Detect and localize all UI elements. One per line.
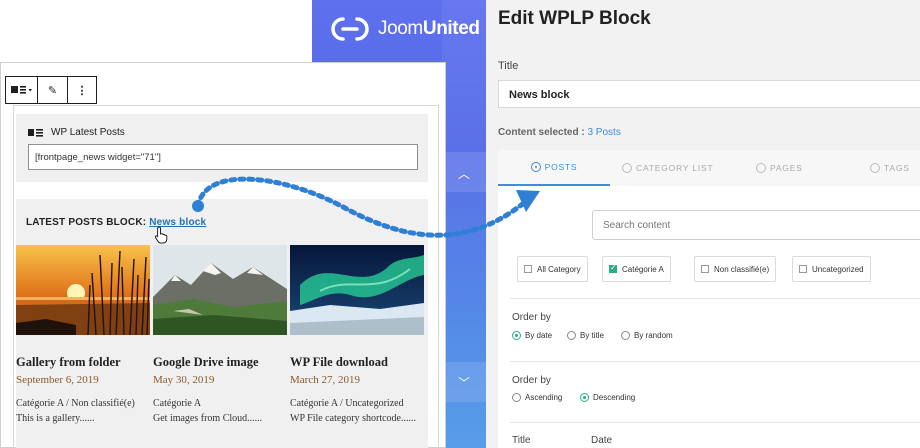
- latest-posts-icon: [28, 128, 43, 137]
- title-input[interactable]: News block: [498, 80, 920, 108]
- checkbox-icon: [701, 265, 709, 273]
- category-chip-non-classifie[interactable]: Non classifié(e): [694, 256, 777, 282]
- latest-posts-preview: LATEST POSTS BLOCK: News block Gallery f…: [16, 199, 428, 448]
- radio-by-title[interactable]: By title: [567, 331, 604, 340]
- post-item: Google Drive image May 30, 2019 Catégori…: [153, 355, 287, 425]
- tab-category-label: CATEGORY LIST: [636, 163, 714, 173]
- shortcode-input[interactable]: [frontpage_news widget="71"]: [28, 144, 418, 170]
- column-date-header: Date: [591, 435, 613, 446]
- post-thumbnail-sunset[interactable]: [16, 245, 150, 335]
- radio-selected-icon: [580, 393, 589, 402]
- category-chip-uncategorized[interactable]: Uncategorized: [792, 256, 871, 282]
- screenshot-canvas: JoomUnited ︿ ﹀ Edit WPLP Block Title New…: [0, 0, 920, 448]
- radio-label: By title: [580, 331, 605, 340]
- radio-by-random[interactable]: By random: [621, 331, 673, 340]
- radio-label: By random: [634, 331, 673, 340]
- edit-block-panel: Edit WPLP Block Title News block Content…: [486, 0, 920, 448]
- more-vertical-icon: ⋮: [76, 84, 88, 97]
- order-direction-label: Order by: [512, 375, 551, 386]
- shortcode-title-label: WP Latest Posts: [51, 127, 125, 138]
- block-toolbar: ✎ ⋮: [5, 76, 97, 104]
- radio-label: By date: [525, 331, 553, 340]
- panel-title: Edit WPLP Block: [498, 8, 651, 29]
- post-category: Catégorie A / Uncategorized: [290, 398, 404, 409]
- latest-posts-label: LATEST POSTS BLOCK:: [26, 217, 150, 228]
- radio-icon: [621, 331, 630, 340]
- order-by-label: Order by: [512, 312, 551, 323]
- radio-ascending[interactable]: Ascending: [512, 393, 562, 402]
- posts-filter-card: Search content All Category Catégorie A …: [498, 186, 920, 448]
- title-label: Title: [498, 60, 519, 72]
- post-date: May 30, 2019: [153, 374, 215, 386]
- post-category: Catégorie A / Non classifié(e): [16, 398, 135, 409]
- joomunited-logo-icon: [331, 17, 369, 41]
- tab-posts-label: POSTS: [544, 162, 578, 172]
- content-selected-label: Content selected :: [498, 127, 588, 138]
- hand-pointer-icon: [154, 226, 168, 244]
- post-item: Gallery from folder September 6, 2019 Ca…: [16, 355, 150, 425]
- tab-tags[interactable]: TAGS: [870, 150, 910, 186]
- radio-label: Descending: [593, 393, 636, 402]
- tags-tab-icon: [870, 163, 880, 173]
- tab-tags-label: TAGS: [884, 163, 910, 173]
- block-editor-panel: ✎ ⋮ WP Latest Posts [frontpage_news widg…: [0, 62, 446, 448]
- content-tabs: POSTS CATEGORY LIST PAGES TAGS: [498, 150, 920, 186]
- category-chip-all[interactable]: All Category: [517, 256, 588, 282]
- radio-icon: [567, 331, 576, 340]
- radio-label: Ascending: [525, 393, 563, 402]
- logo-text: JoomUnited: [378, 18, 480, 39]
- category-chip-a[interactable]: Catégorie A: [602, 256, 671, 282]
- posts-tab-icon: [530, 162, 541, 172]
- block-list-icon: [10, 86, 32, 94]
- radio-selected-icon: [512, 331, 521, 340]
- radio-by-date[interactable]: By date: [512, 331, 552, 340]
- category-tab-icon: [622, 163, 632, 173]
- joomunited-logo: JoomUnited: [330, 16, 480, 42]
- edit-button[interactable]: ✎: [38, 77, 68, 103]
- category-chip-label: Non classifié(e): [714, 264, 770, 274]
- post-date: March 27, 2019: [290, 374, 360, 386]
- post-excerpt: This is a gallery......: [16, 413, 95, 424]
- chevron-up-icon[interactable]: ︿: [458, 165, 470, 182]
- post-thumbnail-mountains[interactable]: [153, 245, 287, 335]
- post-title[interactable]: Google Drive image: [153, 355, 287, 370]
- post-title[interactable]: WP File download: [290, 355, 424, 370]
- block-type-button[interactable]: [6, 77, 38, 103]
- checkbox-icon: [524, 265, 532, 273]
- chevron-down-icon[interactable]: ﹀: [458, 374, 470, 391]
- radio-descending[interactable]: Descending: [580, 393, 635, 402]
- more-options-button[interactable]: ⋮: [68, 77, 96, 103]
- post-item: WP File download March 27, 2019 Catégori…: [290, 355, 424, 425]
- post-excerpt: Get images from Cloud......: [153, 413, 263, 424]
- shortcode-title: WP Latest Posts: [28, 127, 125, 138]
- post-category: Catégorie A: [153, 398, 202, 409]
- tab-pages[interactable]: PAGES: [756, 150, 803, 186]
- divider: [510, 298, 920, 299]
- search-input[interactable]: Search content: [592, 210, 920, 240]
- post-title[interactable]: Gallery from folder: [16, 355, 150, 370]
- tab-pages-label: PAGES: [770, 163, 803, 173]
- divider: [510, 361, 920, 362]
- divider: [510, 422, 920, 423]
- pages-tab-icon: [756, 163, 766, 173]
- post-date: September 6, 2019: [16, 374, 99, 386]
- latest-posts-heading: LATEST POSTS BLOCK: News block: [26, 217, 206, 228]
- content-selected: Content selected : 3 Posts: [498, 127, 621, 138]
- radio-icon: [512, 393, 521, 402]
- tab-category-list[interactable]: CATEGORY LIST: [622, 150, 713, 186]
- checkbox-icon: [799, 265, 807, 273]
- category-chip-label: Catégorie A: [622, 264, 664, 274]
- content-selected-count[interactable]: 3 Posts: [587, 127, 620, 138]
- tab-posts[interactable]: POSTS: [498, 150, 610, 186]
- column-title-header: Title: [512, 435, 531, 446]
- category-chip-label: Uncategorized: [812, 264, 864, 274]
- shortcode-block[interactable]: WP Latest Posts [frontpage_news widget="…: [16, 114, 428, 182]
- pencil-icon: ✎: [47, 84, 58, 97]
- checkbox-checked-icon: [609, 263, 617, 273]
- post-thumbnail-aurora[interactable]: [290, 245, 424, 335]
- post-excerpt: WP File category shortcode......: [290, 413, 416, 424]
- category-chip-label: All Category: [537, 264, 581, 274]
